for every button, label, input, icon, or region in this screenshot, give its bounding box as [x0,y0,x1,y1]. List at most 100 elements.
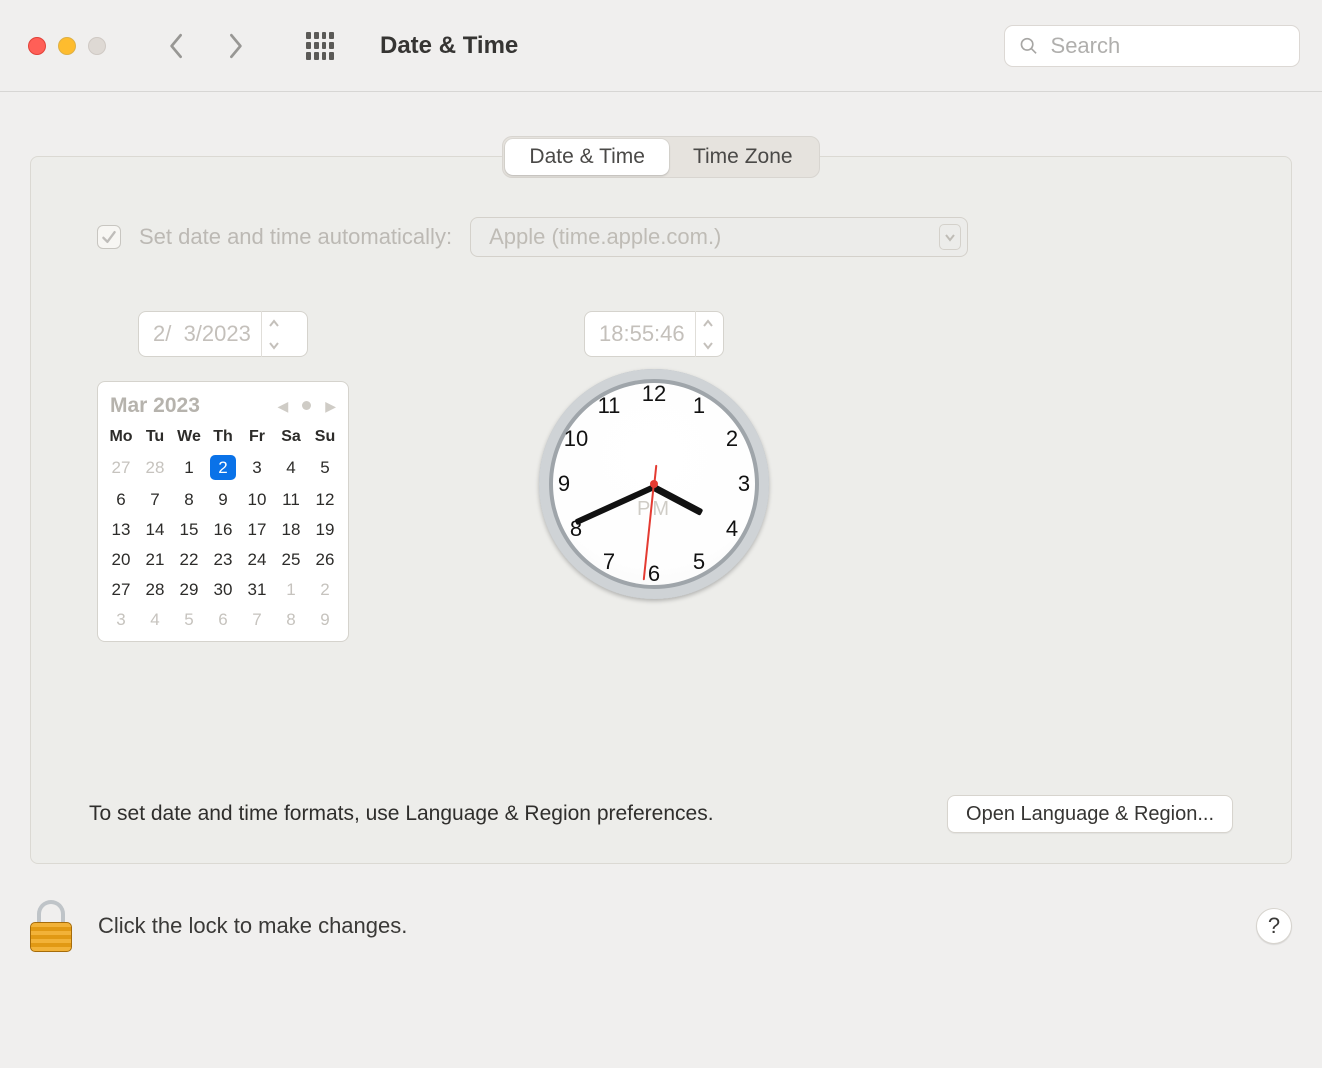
calendar-day[interactable]: 25 [274,545,308,575]
auto-set-label: Set date and time automatically: [139,224,452,250]
calendar-day[interactable]: 20 [104,545,138,575]
stepper-up-icon[interactable] [696,311,721,334]
time-server-combo[interactable]: Apple (time.apple.com.) [470,217,968,257]
calendar-weekday: Mo [104,424,138,450]
calendar-day[interactable]: 30 [206,575,240,605]
lock-hint-label: Click the lock to make changes. [98,913,407,939]
close-window-button[interactable] [28,37,46,55]
calendar-day[interactable]: 8 [274,605,308,635]
time-stepper-field[interactable]: 18:55:46 [584,311,724,357]
calendar-day[interactable]: 9 [206,485,240,515]
calendar-weekday: Tu [138,424,172,450]
open-language-region-button[interactable]: Open Language & Region... [947,795,1233,833]
calendar-day[interactable]: 2 [206,450,240,485]
minimize-window-button[interactable] [58,37,76,55]
clock-number: 2 [726,426,738,452]
calendar-day[interactable]: 2 [308,575,342,605]
stepper-down-icon[interactable] [262,334,287,357]
date-value: 2/ 3/2023 [153,321,261,347]
calendar-day[interactable]: 26 [308,545,342,575]
calendar-today-icon[interactable] [302,401,311,410]
clock-number: 12 [642,381,666,407]
window-traffic-lights [28,37,106,55]
calendar-day[interactable]: 14 [138,515,172,545]
clock-pin [650,480,658,488]
calendar-prev-icon[interactable]: ◀ [277,398,288,415]
time-stepper[interactable] [695,311,721,357]
calendar-day[interactable]: 5 [172,605,206,635]
calendar-day[interactable]: 24 [240,545,274,575]
stepper-up-icon[interactable] [262,311,287,334]
tab-date-time[interactable]: Date & Time [505,139,669,175]
calendar-day[interactable]: 1 [172,450,206,485]
calendar-day[interactable]: 28 [138,450,172,485]
calendar-day[interactable]: 18 [274,515,308,545]
calendar-day[interactable]: 28 [138,575,172,605]
time-value: 18:55:46 [599,321,695,347]
back-button[interactable] [160,29,194,63]
calendar-day[interactable]: 6 [206,605,240,635]
calendar-day[interactable]: 11 [274,485,308,515]
date-stepper[interactable] [261,311,287,357]
clock-number: 4 [726,516,738,542]
calendar-day[interactable]: 7 [240,605,274,635]
tab-time-zone[interactable]: Time Zone [669,139,817,175]
calendar-day[interactable]: 16 [206,515,240,545]
search-input[interactable] [1049,32,1285,60]
calendar-day[interactable]: 12 [308,485,342,515]
calendar-day[interactable]: 4 [138,605,172,635]
calendar-day[interactable]: 31 [240,575,274,605]
tab-segmented-control: Date & Time Time Zone [502,136,819,178]
calendar-weekday: We [172,424,206,450]
mini-calendar[interactable]: Mar 2023 ◀ ▶ MoTuWeThFrSaSu 272812345678… [97,381,349,642]
calendar-day[interactable]: 5 [308,450,342,485]
calendar-weekday: Th [206,424,240,450]
calendar-day[interactable]: 7 [138,485,172,515]
zoom-window-button [88,37,106,55]
calendar-title: Mar 2023 [110,394,200,418]
auto-set-checkbox[interactable] [97,225,121,249]
forward-button[interactable] [218,29,252,63]
date-stepper-field[interactable]: 2/ 3/2023 [138,311,308,357]
time-server-value: Apple (time.apple.com.) [489,224,721,250]
calendar-next-icon[interactable]: ▶ [325,398,336,415]
lock-icon[interactable] [30,900,72,952]
stepper-down-icon[interactable] [696,334,721,357]
calendar-day[interactable]: 22 [172,545,206,575]
clock-number: 9 [558,471,570,497]
clock-number: 8 [570,516,582,542]
calendar-day[interactable]: 13 [104,515,138,545]
clock-number: 10 [564,426,588,452]
clock-number: 5 [693,549,705,575]
toolbar: Date & Time [0,0,1322,92]
show-all-icon[interactable] [306,32,334,60]
calendar-day[interactable]: 6 [104,485,138,515]
help-button[interactable]: ? [1256,908,1292,944]
calendar-day[interactable]: 21 [138,545,172,575]
calendar-day[interactable]: 23 [206,545,240,575]
nav-arrows [160,29,252,63]
calendar-day[interactable]: 4 [274,450,308,485]
clock-number: 6 [648,561,660,587]
calendar-day[interactable]: 1 [274,575,308,605]
calendar-day[interactable]: 9 [308,605,342,635]
search-field-wrap [1004,25,1300,67]
calendar-day[interactable]: 15 [172,515,206,545]
clock-number: 3 [738,471,750,497]
calendar-day[interactable]: 8 [172,485,206,515]
calendar-day[interactable]: 3 [240,450,274,485]
clock-number: 1 [693,393,705,419]
calendar-day[interactable]: 19 [308,515,342,545]
analog-clock: PM 121234567891011 [539,369,769,599]
group-box: Set date and time automatically: Apple (… [30,156,1292,864]
calendar-day[interactable]: 17 [240,515,274,545]
chevron-down-icon [939,224,961,250]
calendar-day[interactable]: 29 [172,575,206,605]
formats-hint-label: To set date and time formats, use Langua… [89,802,714,826]
calendar-day[interactable]: 10 [240,485,274,515]
calendar-weekday: Fr [240,424,274,450]
search-icon [1019,35,1039,57]
calendar-day[interactable]: 27 [104,450,138,485]
calendar-day[interactable]: 27 [104,575,138,605]
calendar-day[interactable]: 3 [104,605,138,635]
